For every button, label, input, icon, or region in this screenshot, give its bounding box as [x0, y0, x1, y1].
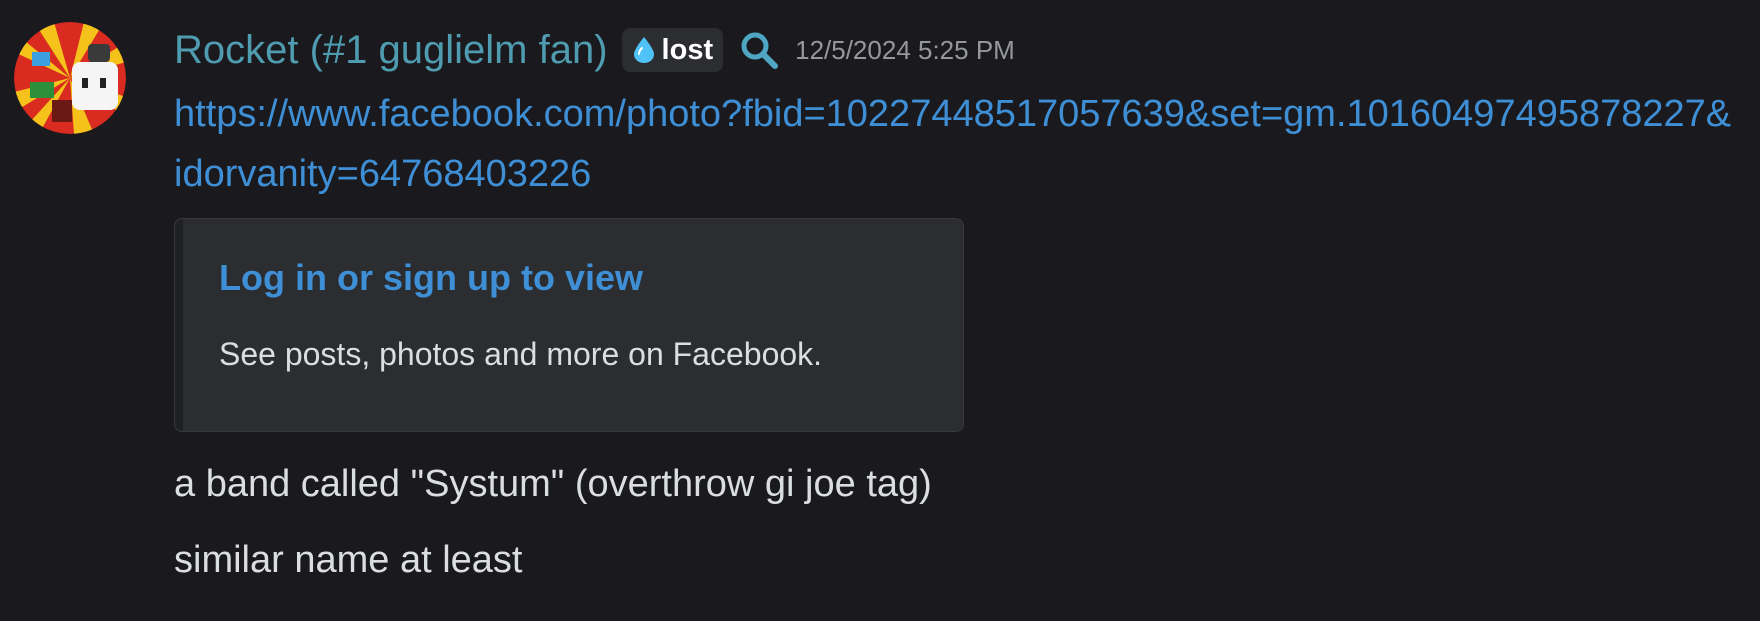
search-icon[interactable] [739, 30, 779, 70]
message-text-line: a band called "Systum" (overthrow gi joe… [174, 463, 932, 505]
embed-description: See posts, photos and more on Facebook. [219, 336, 823, 372]
avatar-image [14, 22, 126, 134]
embed-accent-bar [175, 219, 183, 431]
avatar[interactable] [14, 22, 126, 134]
timestamp[interactable]: 12/5/2024 5:25 PM [795, 20, 1015, 80]
server-tag-label: lost [661, 33, 714, 66]
water-drop-icon [632, 36, 656, 64]
chat-message: Rocket (#1 guglielm fan) lost 12/5/2024 … [0, 0, 1760, 621]
message-header: Rocket (#1 guglielm fan) lost 12/5/2024 … [174, 20, 1744, 80]
embed-title[interactable]: Log in or sign up to view [219, 257, 643, 299]
link-embed: Log in or sign up to view See posts, pho… [174, 218, 964, 432]
facebook-link[interactable]: https://www.facebook.com/photo?fbid=1022… [174, 84, 1734, 204]
server-tag[interactable]: lost [621, 28, 724, 72]
username[interactable]: Rocket (#1 guglielm fan) [174, 20, 608, 80]
message-text-line: similar name at least [174, 539, 523, 581]
message-content: Rocket (#1 guglielm fan) lost 12/5/2024 … [174, 20, 1744, 584]
